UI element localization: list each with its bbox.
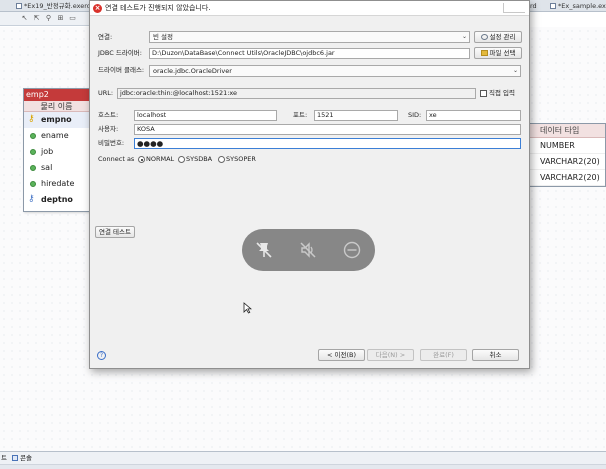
- url-field[interactable]: jdbc:oracle:thin:@localhost:1521:xe: [117, 88, 476, 99]
- settings-icon: [480, 34, 488, 40]
- select-tool-icon[interactable]: ↖: [20, 14, 29, 23]
- pointer-tool-icon[interactable]: ⇱: [32, 14, 41, 23]
- column-name: deptno: [41, 195, 73, 204]
- data-type-cell[interactable]: NUMBER: [530, 138, 605, 154]
- column-name: sal: [41, 163, 53, 172]
- jdbc-driver-label: JDBC 드라이버:: [98, 49, 142, 57]
- bottom-tab-tree[interactable]: 트: [0, 454, 7, 463]
- column-icon: [30, 165, 36, 171]
- driver-class-label: 드라이버 클래스:: [98, 66, 145, 74]
- connection-dialog: × 연결 테스트가 진행되지 않았습니다. 연결: 빈 설정 ⌄ 설정 관리 J…: [89, 0, 530, 369]
- bottom-tab-label: 트: [1, 454, 7, 462]
- radio-normal-label: NORMAL: [146, 155, 175, 163]
- connection-test-button[interactable]: 연결 테스트: [95, 226, 135, 238]
- erd-table-title: emp2: [24, 89, 89, 101]
- radio-sysdba-label: SYSDBA: [186, 155, 213, 163]
- erd-column-header: 물리 이름: [24, 101, 89, 112]
- dialog-error-message: 연결 테스트가 진행되지 않았습니다.: [105, 4, 211, 12]
- tab-ex19[interactable]: *Ex19_반정규화.exerd: [14, 1, 100, 11]
- erd-column-sal[interactable]: sal: [24, 160, 89, 176]
- diagram-toolbar: ↖ ⇱ ⚲ ⊞ ▭: [0, 12, 90, 26]
- button-label: 설정 관리: [489, 33, 516, 41]
- data-type-cell[interactable]: VARCHAR2(20): [530, 170, 605, 186]
- port-field[interactable]: 1521: [314, 110, 398, 121]
- tab-label: rd: [530, 2, 537, 10]
- port-label: 포트:: [293, 111, 308, 119]
- minus-circle-icon[interactable]: [342, 240, 362, 260]
- direct-input-checkbox[interactable]: [480, 90, 487, 97]
- tab-label: *Ex19_반정규화.exerd: [24, 2, 91, 10]
- connection-label: 연결:: [98, 33, 113, 41]
- erd-column-ename[interactable]: ename: [24, 128, 89, 144]
- zoom-tool-icon[interactable]: ⚲: [44, 14, 53, 23]
- folder-icon: [480, 50, 488, 56]
- column-name: hiredate: [41, 179, 75, 188]
- bottom-panel-bar: 트 콘솔: [0, 451, 606, 469]
- grid-tool-icon[interactable]: ⊞: [56, 14, 65, 23]
- bottom-tab-console[interactable]: 콘솔: [11, 454, 32, 463]
- dialog-banner-image: [503, 3, 525, 13]
- user-label: 사용자:: [98, 125, 119, 133]
- bottom-tab-label: 콘솔: [20, 454, 32, 462]
- data-type-header: 데이터 타입: [530, 124, 605, 138]
- chevron-down-icon: ⌄: [512, 67, 518, 74]
- data-type-cell[interactable]: VARCHAR2(20): [530, 154, 605, 170]
- pin-off-icon[interactable]: [254, 240, 274, 260]
- column-type-panel: 데이터 타입 NUMBER VARCHAR2(20) VARCHAR2(20): [529, 123, 606, 187]
- radio-sysdba[interactable]: [178, 156, 185, 163]
- mute-icon[interactable]: [298, 240, 318, 260]
- erd-column-deptno[interactable]: ⚷ deptno: [24, 192, 89, 208]
- host-label: 호스트:: [98, 111, 119, 119]
- floating-control-bar: [242, 229, 375, 271]
- button-label: 파일 선택: [489, 49, 516, 57]
- finish-button[interactable]: 완료(F): [420, 349, 467, 361]
- erd-column-empno[interactable]: ⚷ empno: [24, 112, 89, 128]
- driver-class-select[interactable]: oracle.jdbc.OracleDriver ⌄: [149, 65, 521, 77]
- erd-file-icon: [16, 3, 22, 9]
- help-icon[interactable]: ?: [97, 351, 106, 360]
- column-icon: [30, 181, 36, 187]
- frame-tool-icon[interactable]: ▭: [68, 14, 77, 23]
- erd-column-job[interactable]: job: [24, 144, 89, 160]
- column-name: job: [41, 147, 54, 156]
- chevron-down-icon: ⌄: [461, 33, 467, 40]
- password-field[interactable]: ●●●●: [134, 138, 521, 149]
- tab-ex-sample[interactable]: *Ex_sample.exerd: [548, 1, 606, 11]
- sid-field[interactable]: xe: [426, 110, 521, 121]
- radio-sysoper-label: SYSOPER: [226, 155, 256, 163]
- column-name: ename: [41, 131, 69, 140]
- host-field[interactable]: localhost: [134, 110, 277, 121]
- connection-selected-value: 빈 설정: [153, 33, 174, 41]
- column-name: empno: [41, 115, 72, 124]
- primary-key-icon: ⚷: [28, 114, 35, 124]
- erd-column-hiredate[interactable]: hiredate: [24, 176, 89, 192]
- radio-normal[interactable]: [138, 156, 145, 163]
- cancel-button[interactable]: 취소: [472, 349, 519, 361]
- sid-label: SID:: [408, 111, 422, 119]
- back-button[interactable]: < 이전(B): [318, 349, 365, 361]
- password-label: 비밀번호:: [98, 139, 125, 147]
- radio-sysoper[interactable]: [218, 156, 225, 163]
- settings-manage-button[interactable]: 설정 관리: [474, 31, 522, 43]
- column-icon: [30, 149, 36, 155]
- column-icon: [30, 133, 36, 139]
- direct-input-label: 직접 입력: [489, 89, 515, 97]
- status-strip: [0, 464, 606, 469]
- mouse-cursor-icon: [243, 302, 252, 314]
- driver-class-value: oracle.jdbc.OracleDriver: [153, 67, 232, 75]
- console-icon: [12, 455, 18, 461]
- next-button[interactable]: 다음(N) >: [367, 349, 414, 361]
- erd-table-emp2[interactable]: emp2 물리 이름 ⚷ empno ename job sal hiredat…: [23, 88, 90, 212]
- error-icon: ×: [93, 4, 102, 13]
- tab-label: *Ex_sample.exerd: [558, 2, 606, 10]
- jdbc-driver-field[interactable]: D:\Duzon\DataBase\Connect Utils\OracleJD…: [149, 48, 470, 59]
- dialog-message-bar: × 연결 테스트가 진행되지 않았습니다.: [90, 1, 529, 16]
- connect-as-label: Connect as: [98, 155, 135, 163]
- erd-file-icon: [550, 3, 556, 9]
- user-field[interactable]: KOSA: [134, 124, 521, 135]
- foreign-key-icon: ⚷: [28, 194, 35, 204]
- url-label: URL:: [98, 89, 114, 97]
- connection-select[interactable]: 빈 설정 ⌄: [149, 31, 470, 43]
- file-select-button[interactable]: 파일 선택: [474, 47, 522, 59]
